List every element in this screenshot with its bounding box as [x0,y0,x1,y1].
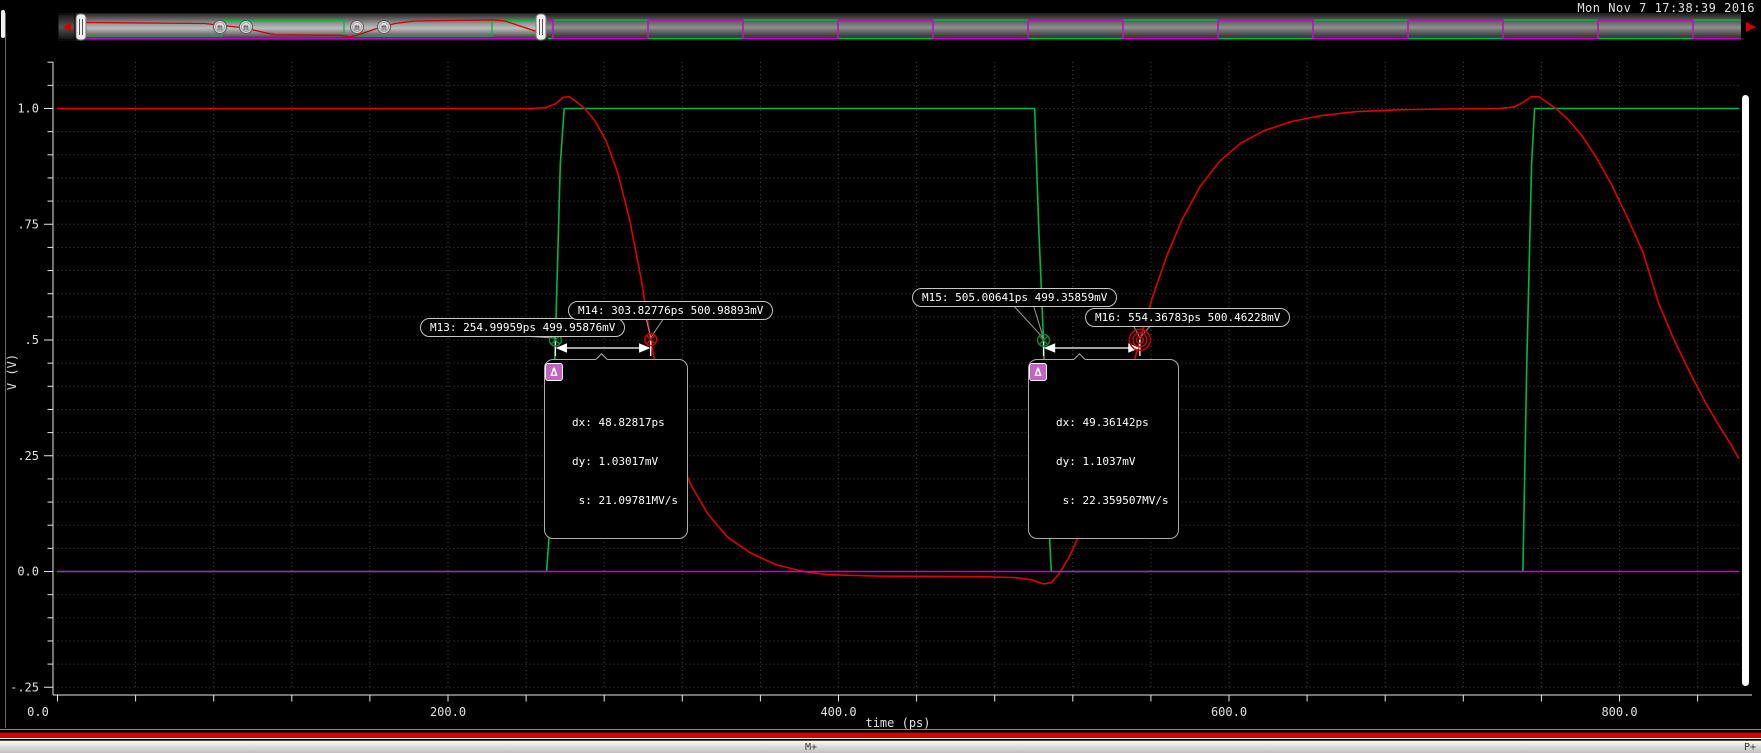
y-tick-label: -.25 [10,680,39,694]
delta1-dy: dy: 1.03017mV [572,455,678,468]
waveform-plot: 1.0 .75 .5 .25 0.0 -.25 0.0 200.0 400.0 600.0 800.… [0,0,1761,753]
delta-arrows [555,340,1140,357]
marker-label-m13[interactable]: M13: 254.99959ps 499.95876mV [420,318,625,337]
delta2-dy: dy: 1.1037mV [1056,455,1169,468]
grid [58,62,1741,688]
axis-labels: 1.0 .75 .5 .25 0.0 -.25 0.0 200.0 400.0 600.0 800.… [5,102,1638,731]
delta2-dx: dx: 49.36142ps [1056,416,1169,429]
y-tick-label: 1.0 [17,102,39,116]
x-tick-label: 0.0 [27,705,49,719]
y-tick-label: .75 [17,217,39,231]
statusbar: M+ P+ [0,740,1761,753]
marker-label-m16[interactable]: M16: 554.36783ps 500.46228mV [1085,308,1290,327]
delta2-slope: s: 22.359507MV/s [1056,494,1169,507]
x-tick-label: 400.0 [820,705,856,719]
delta-measurement-box-2[interactable]: ∆ dx: 49.36142ps dy: 1.1037mV s: 22.3595… [1028,359,1179,539]
delta-icon: ∆ [545,363,563,381]
axes [44,62,1752,702]
y-tick-label: 0.0 [17,565,39,579]
delta-icon: ∆ [1029,363,1047,381]
y-axis-title: V (V) [5,354,19,390]
delta1-dx: dx: 48.82817ps [572,416,678,429]
delta1-slope: s: 21.09781MV/s [572,494,678,507]
y-tick-label: .25 [17,449,39,463]
x-tick-label: 600.0 [1211,705,1247,719]
vertical-scrollbar-thumb[interactable] [1742,95,1749,686]
x-tick-label: 800.0 [1601,705,1637,719]
statusbar-highlight-line [0,738,1761,739]
y-tick-label: .5 [25,333,39,347]
x-axis-title: time (ps) [865,716,930,730]
statusbar-pan-button[interactable]: P+ [1744,742,1756,753]
x-tick-label: 200.0 [430,705,466,719]
statusbar-marker-button[interactable]: M+ [805,742,817,753]
marker-label-m15[interactable]: M15: 505.00641ps 499.35859mV [912,288,1117,307]
waveform-viewer-window: Mon Nov 7 17:38:39 2016 mmmm 1.0.75.5.25… [0,0,1761,753]
delta-measurement-box-1[interactable]: ∆ dx: 48.82817ps dy: 1.03017mV s: 21.097… [544,359,688,539]
marker-label-m14[interactable]: M14: 303.82776ps 500.98893mV [568,301,773,320]
statusbar-divider [0,729,1761,730]
